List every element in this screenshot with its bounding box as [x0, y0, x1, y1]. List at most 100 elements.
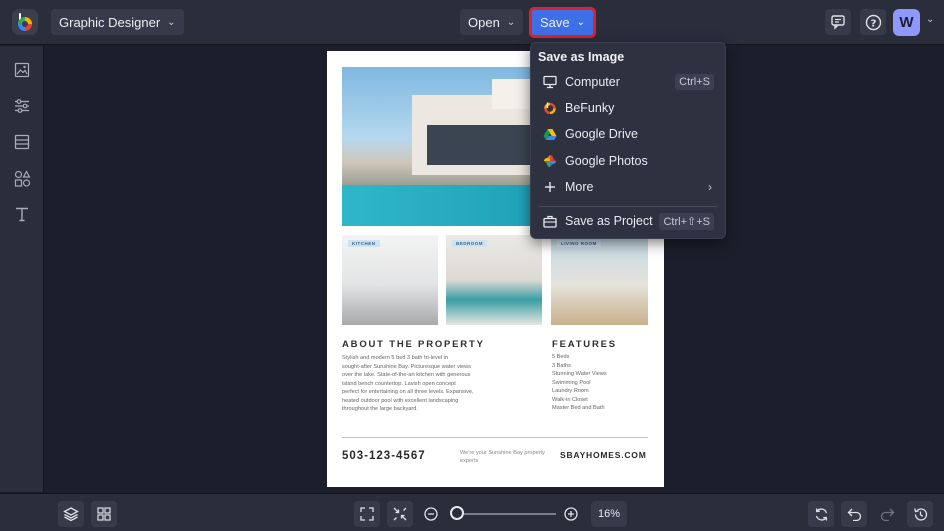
- grid-button[interactable]: [91, 501, 117, 527]
- open-label: Open: [468, 14, 500, 30]
- layers-button[interactable]: [58, 501, 84, 527]
- zoom-slider-track[interactable]: [458, 513, 556, 515]
- save-to-befunky[interactable]: BeFunky: [531, 95, 725, 121]
- menu-item-label: Computer: [565, 75, 620, 89]
- divider: [342, 437, 648, 438]
- layers-icon: [63, 507, 79, 522]
- top-toolbar: Graphic Designer ⌄ Open ⌄ Save ⌄ ? W ⌄: [0, 0, 944, 45]
- left-sidebar: [0, 46, 44, 492]
- user-avatar[interactable]: W: [893, 9, 920, 36]
- save-button[interactable]: Save ⌄: [530, 8, 596, 37]
- feature-item: Walk-in Closet: [552, 396, 588, 403]
- chevron-down-icon: ⌄: [506, 16, 516, 28]
- about-line: over the lake. State-of-the-art kitchen …: [342, 372, 471, 378]
- save-to-google-drive[interactable]: Google Drive: [531, 121, 725, 147]
- menu-item-label: More: [565, 180, 594, 194]
- zoom-in-icon: [564, 507, 578, 521]
- help-icon: ?: [865, 14, 881, 30]
- google-photos-icon: [543, 154, 557, 168]
- save-to-computer[interactable]: Computer Ctrl+S: [531, 69, 725, 95]
- about-line: island bench countertop. Lavish open con…: [342, 380, 456, 387]
- room-tag: LIVING ROOM: [557, 240, 601, 247]
- save-as-project[interactable]: Save as Project Ctrl+⇧+S: [531, 208, 725, 234]
- chevron-down-icon[interactable]: ⌄: [926, 14, 934, 25]
- room-tag: BEDROOM: [452, 240, 487, 247]
- living-room-photo: LIVING ROOM: [551, 235, 648, 325]
- refresh-button[interactable]: [808, 501, 834, 527]
- zoom-slider-handle[interactable]: [450, 506, 464, 520]
- about-text: Stylish and modern 5 bed 3 bath tri-leve…: [342, 354, 507, 414]
- shortcut-badge: Ctrl+⇧+S: [659, 212, 714, 230]
- befunky-logo[interactable]: [12, 9, 38, 35]
- about-line: sought-after Sunshine Bay. Picturesque w…: [342, 363, 471, 370]
- zoom-out-button[interactable]: [424, 507, 438, 521]
- redo-button[interactable]: [874, 501, 900, 527]
- room-tag: KITCHEN: [348, 240, 380, 247]
- project-type-label: Graphic Designer: [59, 14, 161, 30]
- expand-icon: [360, 507, 374, 521]
- shortcut-badge: Ctrl+S: [675, 74, 714, 90]
- feature-item: 5 Beds: [552, 354, 570, 360]
- zoom-level-field[interactable]: 16%: [591, 501, 627, 527]
- chat-icon: [831, 15, 845, 30]
- menu-header: Save as Image: [538, 50, 625, 64]
- plus-icon: [543, 180, 557, 194]
- save-to-google-photos[interactable]: Google Photos: [531, 148, 725, 174]
- collapse-icon: [393, 507, 407, 521]
- monitor-icon: [543, 75, 557, 89]
- svg-text:?: ?: [870, 18, 876, 29]
- tagline: We're your Sunshine Bay property experts: [460, 450, 545, 464]
- app-window: Graphic Designer ⌄ Open ⌄ Save ⌄ ? W ⌄ K…: [0, 0, 944, 531]
- text-icon[interactable]: [11, 203, 33, 225]
- briefcase-icon: [543, 214, 557, 228]
- feature-item: Master Bed and Bath: [552, 405, 605, 411]
- google-drive-icon: [543, 127, 557, 141]
- save-dropdown-menu: Save as Image Computer Ctrl+S BeFunky Go…: [530, 42, 726, 239]
- grid-icon: [97, 507, 111, 521]
- features-title: FEATURES: [552, 339, 617, 350]
- chevron-down-icon: ⌄: [576, 17, 586, 28]
- actual-size-button[interactable]: [387, 501, 413, 527]
- chevron-right-icon: ›: [708, 180, 712, 194]
- feature-item: Stunning Water Views: [552, 371, 607, 377]
- befunky-icon: [543, 101, 557, 115]
- zoom-in-button[interactable]: [564, 507, 578, 521]
- feature-item: 3 Baths: [552, 362, 571, 369]
- zoom-out-icon: [424, 507, 438, 521]
- undo-button[interactable]: [841, 501, 867, 527]
- menu-item-label: Google Drive: [565, 127, 638, 141]
- about-line: perfect for entertaining on all three le…: [342, 389, 474, 395]
- phone-number: 503-123-4567: [342, 450, 426, 462]
- website: SBAYHOMES.COM: [560, 450, 647, 460]
- help-button[interactable]: ?: [860, 9, 886, 35]
- save-more-options[interactable]: More ›: [531, 174, 725, 200]
- save-label: Save: [540, 15, 570, 30]
- feature-item: Swimming Pool: [552, 379, 591, 386]
- fit-to-screen-button[interactable]: [354, 501, 380, 527]
- image-icon[interactable]: [11, 59, 33, 81]
- bedroom-photo: BEDROOM: [446, 235, 542, 325]
- undo-icon: [847, 508, 861, 521]
- menu-item-label: Google Photos: [565, 154, 648, 168]
- chevron-down-icon: ⌄: [167, 16, 176, 28]
- feedback-button[interactable]: [825, 9, 851, 35]
- refresh-icon: [815, 507, 827, 521]
- history-button[interactable]: [907, 501, 933, 527]
- history-icon: [913, 507, 927, 521]
- kitchen-photo: KITCHEN: [342, 235, 438, 325]
- feature-item: Laundry Room: [552, 388, 589, 394]
- redo-icon: [880, 508, 894, 521]
- bottom-toolbar: 16%: [0, 493, 944, 531]
- about-line: throughout the large backyard.: [342, 406, 418, 412]
- project-type-dropdown[interactable]: Graphic Designer ⌄: [51, 9, 184, 35]
- about-line: Stylish and modern 5 bed 3 bath tri-leve…: [342, 355, 449, 361]
- layout-icon[interactable]: [11, 131, 33, 153]
- about-title: ABOUT THE PROPERTY: [342, 339, 485, 350]
- menu-item-label: Save as Project: [565, 214, 653, 228]
- shapes-icon[interactable]: [11, 167, 33, 189]
- menu-divider: [539, 206, 717, 207]
- sliders-icon[interactable]: [11, 95, 33, 117]
- menu-item-label: BeFunky: [565, 101, 615, 115]
- about-line: heated outdoor pool with excellent lands…: [342, 397, 459, 404]
- open-button[interactable]: Open ⌄: [460, 9, 524, 35]
